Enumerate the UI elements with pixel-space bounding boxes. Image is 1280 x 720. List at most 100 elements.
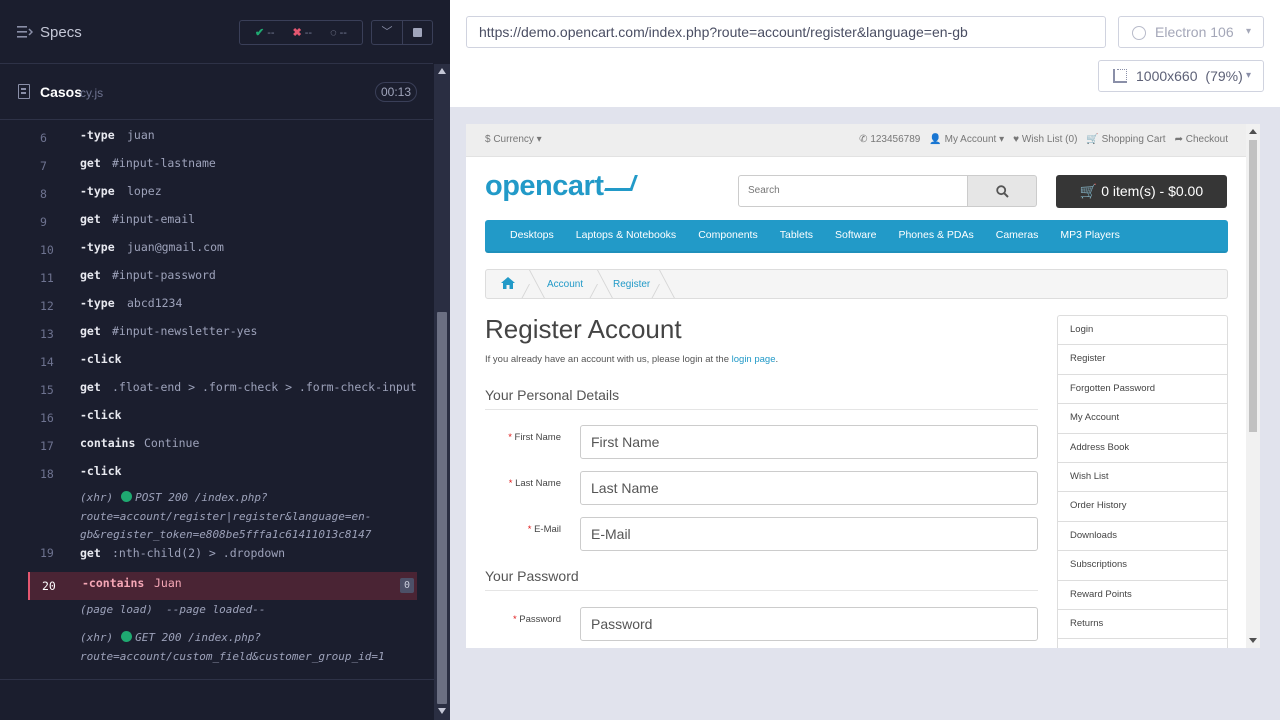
url-bar[interactable]: https://demo.opencart.com/index.php?rout…	[466, 16, 1106, 48]
cart-button[interactable]: 🛒 0 item(s) - $0.00	[1056, 175, 1227, 208]
stop-button[interactable]	[403, 20, 433, 45]
command-row[interactable]: 11 get #input-password	[28, 268, 417, 286]
first-name-label: * First Name	[508, 432, 561, 443]
sidebar-item[interactable]: Order History	[1058, 492, 1227, 522]
command-list: 6 -type juan 7 get #input-lastname 8 -type lopez…	[28, 120, 417, 666]
command-log-panel: Specs ✔ -- ✖ -- ◌ -- ﹀ Casos cy.js 00:13 6-…	[0, 0, 450, 720]
browser-area: https://demo.opencart.com/index.php?rout…	[450, 0, 1280, 720]
status-dot-icon	[121, 631, 133, 642]
command-row[interactable]: 8 -type lopez	[28, 184, 417, 202]
password-label: * Password	[512, 614, 561, 625]
specs-label[interactable]: Specs	[40, 24, 82, 41]
wishlist-link[interactable]: ♥ Wish List (0)	[1013, 134, 1077, 145]
last-name-input[interactable]: Last Name	[580, 471, 1038, 505]
legend-password: Your Password	[485, 568, 1038, 591]
xhr-log-entry[interactable]: (xhr) GET 200 /index.php? route=account/c…	[80, 629, 410, 666]
scroll-up-icon[interactable]	[1249, 129, 1257, 134]
status-dot-icon	[121, 491, 133, 502]
scroll-up-icon[interactable]	[438, 68, 446, 74]
command-row[interactable]: 19 get :nth-child(2) > .dropdown	[28, 546, 417, 562]
electron-icon	[1132, 26, 1146, 40]
command-row[interactable]: 10 -type juan@gmail.com	[28, 240, 417, 258]
nav-item[interactable]: Phones & PDAs	[887, 220, 984, 251]
command-row[interactable]: 17 contains Continue	[28, 436, 417, 454]
top-links: ✆ 123456789 👤 My Account ▾ ♥ Wish List (…	[859, 134, 1228, 145]
browser-selector[interactable]: Electron 106 ▾	[1118, 16, 1264, 48]
command-row[interactable]: 13 get #input-newsletter-yes	[28, 324, 417, 342]
sidebar-item[interactable]: Forgotten Password	[1058, 375, 1227, 405]
heart-icon: ♥	[1013, 134, 1020, 145]
scroll-down-icon[interactable]	[1249, 638, 1257, 643]
ruler-icon	[1113, 69, 1127, 83]
my-account-link[interactable]: 👤 My Account ▾	[929, 134, 1004, 145]
spec-extension: cy.js	[80, 86, 104, 100]
command-row[interactable]: 16 -click	[28, 408, 417, 426]
search-icon	[996, 185, 1009, 198]
nav-item[interactable]: Cameras	[985, 220, 1050, 251]
email-input[interactable]: E-Mail	[580, 517, 1038, 551]
page-load-entry: (page load) --page loaded--	[80, 603, 266, 616]
scroll-down-icon[interactable]	[438, 708, 446, 714]
sidebar-item[interactable]: My Account	[1058, 404, 1227, 434]
nav-item[interactable]: MP3 Players	[1049, 220, 1131, 251]
share-icon: ➦	[1174, 134, 1183, 145]
nav-item[interactable]: Desktops	[499, 220, 565, 251]
nav-item[interactable]: Tablets	[769, 220, 824, 251]
sidebar-item[interactable]: Register	[1058, 345, 1227, 375]
cart-icon: 🛒	[1079, 183, 1098, 199]
phone-link[interactable]: ✆ 123456789	[859, 134, 920, 145]
log-footer	[0, 679, 434, 720]
last-name-label: * Last Name	[508, 478, 561, 489]
breadcrumb: Account Register	[485, 269, 1228, 299]
nav-item[interactable]: Laptops & Notebooks	[565, 220, 687, 251]
command-row[interactable]: 18 -click	[28, 464, 417, 482]
failed-stat: ✖ --	[292, 27, 313, 39]
sidebar-item[interactable]: Returns	[1058, 610, 1227, 640]
viewport-selector[interactable]: 1000x660 (79%) ▾	[1098, 60, 1264, 92]
command-row[interactable]: 7 get #input-lastname	[28, 156, 417, 174]
sidebar-item[interactable]: Downloads	[1058, 522, 1227, 552]
account-sidebar: Login Register Forgotten Password My Accoun…	[1057, 315, 1228, 648]
command-row[interactable]: 14 -click	[28, 352, 417, 370]
checkout-link[interactable]: ➦ Checkout	[1175, 134, 1228, 145]
spec-name: Casos	[40, 84, 83, 100]
password-input[interactable]: Password	[580, 607, 1038, 641]
stop-icon	[413, 28, 422, 37]
command-row[interactable]: 6 -type juan	[28, 128, 417, 146]
chevron-down-icon: ﹀	[381, 26, 393, 38]
search-input[interactable]: Search	[738, 175, 968, 207]
sidebar-item[interactable]: Wish List	[1058, 463, 1227, 493]
command-row[interactable]: 9 get #input-email	[28, 212, 417, 230]
page-scrollbar-thumb[interactable]	[1249, 140, 1257, 432]
collapse-button[interactable]: ﹀	[371, 20, 403, 45]
logo-cart-icon	[604, 175, 639, 191]
opencart-logo[interactable]: opencart	[485, 170, 639, 203]
command-row-failed[interactable]: 20 -contains Juan 0	[28, 572, 417, 600]
category-nav: Desktops Laptops & Notebooks Components Tab…	[485, 220, 1228, 253]
xhr-log-entry[interactable]: (xhr) POST 200 /index.php? route=account/…	[80, 489, 410, 545]
browser-toolbar: https://demo.opencart.com/index.php?rout…	[450, 0, 1280, 107]
legend-personal-details: Your Personal Details	[485, 387, 1038, 410]
log-scrollbar-thumb[interactable]	[437, 312, 447, 704]
search-button[interactable]	[968, 175, 1037, 207]
test-stats: ✔ -- ✖ -- ◌ --	[239, 20, 363, 45]
nav-item[interactable]: Software	[824, 220, 887, 251]
currency-dropdown[interactable]: $ Currency ▾	[485, 134, 542, 145]
command-row[interactable]: 12 -type abcd1234	[28, 296, 417, 314]
login-page-link[interactable]: login page	[732, 354, 776, 365]
passed-stat: ✔ --	[255, 27, 275, 39]
sidebar-item[interactable]: Address Book	[1058, 434, 1227, 463]
sidebar-item[interactable]: Login	[1058, 316, 1227, 346]
x-icon: ✖	[292, 27, 302, 39]
nav-item[interactable]: Components	[687, 220, 769, 251]
chevron-down-icon: ▾	[1245, 70, 1251, 81]
sidebar-item[interactable]: Reward Points	[1058, 581, 1227, 610]
sidebar-item[interactable]: Subscriptions	[1058, 551, 1227, 581]
file-icon	[18, 84, 30, 99]
spec-header: Casos cy.js 00:13	[0, 65, 433, 120]
menu-icon[interactable]	[17, 25, 33, 39]
first-name-input[interactable]: First Name	[580, 425, 1038, 459]
shopping-cart-link[interactable]: 🛒 Shopping Cart	[1086, 134, 1165, 145]
breadcrumb-account[interactable]: Account	[547, 279, 583, 290]
command-row[interactable]: 15 get .float-end > .form-check > .form-ch…	[28, 380, 417, 398]
